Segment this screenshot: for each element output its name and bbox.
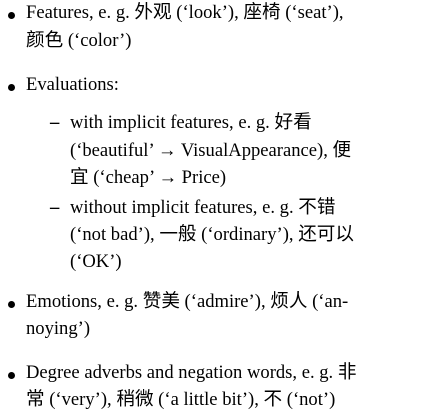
degree-adverbs-line-1: Degree adverbs and negation words, e. g.… — [26, 362, 357, 383]
implicit-line-3: 宜 (‘cheap’ → Price) — [70, 167, 227, 188]
emotions-line-2: noying’) — [26, 318, 91, 339]
bullet-marker — [8, 12, 15, 19]
without-implicit-line-2: (‘not bad’), 一般 (‘ordinary’), 还可以 — [70, 224, 354, 245]
evaluations-heading: Evaluations: — [26, 74, 119, 95]
implicit-line-2: (‘beautiful’ → VisualAppearance), 便 — [70, 140, 352, 161]
features-line-1: Features, e. g. 外观 (‘look’), 座椅 (‘seat’)… — [26, 2, 344, 23]
without-implicit-line-3: (‘OK’) — [70, 251, 122, 272]
sub-bullet-dash: – — [50, 197, 60, 218]
implicit-line-1: with implicit features, e. g. 好看 — [70, 112, 312, 133]
bullet-marker — [8, 301, 15, 308]
sub-bullet-dash: – — [50, 112, 60, 133]
features-line-2: 颜色 (‘color’) — [26, 30, 132, 51]
bullet-marker — [8, 372, 15, 379]
bulleted-list: Features, e. g. 外观 (‘look’), 座椅 (‘seat’)… — [0, 0, 424, 413]
degree-adverbs-line-2: 常 (‘very’), 稍微 (‘a little bit’), 不 (‘not… — [26, 389, 336, 410]
without-implicit-line-1: without implicit features, e. g. 不错 — [70, 197, 336, 218]
emotions-line-1: Emotions, e. g. 赞美 (‘admire’), 烦人 (‘an- — [26, 291, 349, 312]
bullet-marker — [8, 84, 15, 91]
